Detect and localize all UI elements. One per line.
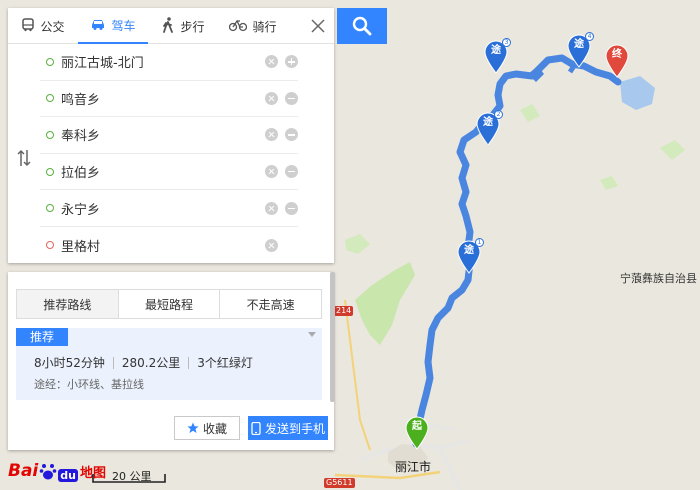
waypoint-row-start[interactable]: 丽江古城-北门 bbox=[40, 44, 298, 81]
waypoint-row-via[interactable]: 鸣音乡 bbox=[40, 81, 298, 118]
route-preference-tabs: 推荐路线 最短路程 不走高速 bbox=[16, 289, 322, 319]
waypoint-text[interactable]: 鸣音乡 bbox=[61, 89, 265, 108]
road-shield-214: 214 bbox=[334, 306, 354, 316]
via-label: 途经： bbox=[34, 378, 67, 391]
phone-icon bbox=[251, 421, 261, 435]
clear-icon[interactable] bbox=[265, 165, 278, 179]
walk-icon bbox=[161, 16, 175, 36]
end-pin-label: 终 bbox=[612, 49, 622, 60]
waypoint-dot-icon bbox=[46, 94, 54, 103]
waypoint-dot-icon bbox=[46, 57, 54, 66]
route-option-card[interactable]: 推荐 8小时52分钟 280.2公里 3个红绿灯 途经：小环线、基拉线 bbox=[16, 328, 322, 400]
via-pin-index: 1 bbox=[475, 238, 484, 247]
route-result-panel: 推荐路线 最短路程 不走高速 推荐 8小时52分钟 280.2公里 3个红绿灯 … bbox=[8, 272, 334, 450]
road-shield-g5611: G5611 bbox=[324, 478, 355, 488]
tab-walk[interactable]: 步行 bbox=[148, 8, 218, 44]
waypoint-row-end[interactable]: 里格村 bbox=[40, 227, 298, 264]
collect-label: 收藏 bbox=[202, 421, 227, 436]
scale-label: 20 公里 bbox=[112, 470, 152, 483]
collect-button[interactable]: 收藏 bbox=[174, 416, 240, 440]
via-pin-index: 4 bbox=[585, 32, 594, 41]
tab-car[interactable]: 驾车 bbox=[78, 8, 148, 44]
result-scrollbar[interactable] bbox=[330, 272, 335, 402]
waypoint-dot-icon bbox=[46, 204, 54, 213]
tab-bike[interactable]: 骑行 bbox=[218, 8, 288, 44]
start-pin[interactable]: 起 bbox=[405, 416, 429, 450]
swap-arrows-icon[interactable] bbox=[17, 148, 31, 168]
end-pin[interactable]: 终 bbox=[605, 44, 629, 78]
waypoint-row-via[interactable]: 奉科乡 bbox=[40, 117, 298, 154]
close-button[interactable] bbox=[308, 16, 328, 36]
tab-bus[interactable]: 公交 bbox=[8, 8, 78, 44]
paw-icon bbox=[39, 464, 57, 480]
via-pin-2[interactable]: 途 2 bbox=[476, 110, 503, 146]
logo-du: du bbox=[58, 468, 78, 482]
divider bbox=[112, 356, 114, 369]
clear-icon[interactable] bbox=[265, 55, 278, 69]
city-label: 丽江市 bbox=[395, 460, 432, 474]
waypoint-text[interactable]: 拉伯乡 bbox=[61, 162, 265, 181]
route-input-panel: 公交 驾车 步行 骑行 丽江古城-北门 鸣音乡 奉科乡 拉伯乡 永宁乡 里格村 bbox=[8, 8, 334, 263]
waypoint-dot-icon bbox=[46, 130, 54, 139]
clear-icon[interactable] bbox=[265, 201, 278, 215]
tab-car-label: 驾车 bbox=[111, 18, 136, 33]
waypoint-text[interactable]: 永宁乡 bbox=[61, 199, 265, 218]
remove-waypoint-icon[interactable] bbox=[285, 128, 298, 142]
remove-waypoint-icon[interactable] bbox=[285, 201, 298, 215]
bus-icon bbox=[21, 17, 35, 35]
logo-bai: Bai bbox=[8, 461, 39, 481]
via-pin-4[interactable]: 途 4 bbox=[567, 32, 594, 68]
waypoint-list: 丽江古城-北门 鸣音乡 奉科乡 拉伯乡 永宁乡 里格村 bbox=[8, 44, 334, 264]
tab-recommended[interactable]: 推荐路线 bbox=[17, 290, 119, 318]
via-pin-index: 3 bbox=[502, 38, 511, 47]
remove-waypoint-icon[interactable] bbox=[285, 91, 298, 105]
travel-mode-tabs: 公交 驾车 步行 骑行 bbox=[8, 8, 334, 44]
waypoint-row-via[interactable]: 拉伯乡 bbox=[40, 154, 298, 191]
via-pin-3[interactable]: 途 3 bbox=[484, 38, 511, 74]
star-icon bbox=[187, 422, 199, 433]
clear-icon[interactable] bbox=[265, 238, 278, 252]
waypoint-dot-icon bbox=[46, 167, 54, 176]
via-pin-index: 2 bbox=[494, 110, 503, 119]
county-label: 宁蒗彝族自治县 bbox=[620, 272, 697, 285]
search-icon bbox=[352, 16, 372, 36]
route-via: 途经：小环线、基拉线 bbox=[34, 376, 144, 392]
divider bbox=[188, 356, 190, 369]
via-value: 小环线、基拉线 bbox=[67, 378, 144, 391]
recommended-badge: 推荐 bbox=[16, 328, 69, 346]
send-label: 发送到手机 bbox=[264, 421, 325, 436]
tab-shortest[interactable]: 最短路程 bbox=[118, 290, 221, 318]
clear-icon[interactable] bbox=[265, 91, 278, 105]
bike-icon bbox=[229, 18, 248, 35]
car-icon bbox=[90, 17, 106, 34]
send-to-phone-button[interactable]: 发送到手机 bbox=[248, 416, 328, 440]
remove-waypoint-icon[interactable] bbox=[285, 165, 298, 179]
tab-bus-label: 公交 bbox=[40, 19, 65, 34]
route-stats: 8小时52分钟 280.2公里 3个红绿灯 bbox=[34, 354, 253, 371]
route-traffic-lights: 3个红绿灯 bbox=[197, 356, 253, 370]
waypoint-text[interactable]: 里格村 bbox=[61, 236, 265, 255]
tab-no-highway[interactable]: 不走高速 bbox=[220, 290, 322, 318]
clear-icon[interactable] bbox=[265, 128, 278, 142]
add-waypoint-icon[interactable] bbox=[285, 55, 298, 69]
via-pin-1[interactable]: 途 1 bbox=[457, 238, 484, 274]
waypoint-dot-icon bbox=[46, 241, 54, 250]
chevron-down-icon[interactable] bbox=[308, 332, 316, 338]
route-duration: 8小时52分钟 bbox=[34, 356, 105, 370]
waypoint-row-via[interactable]: 永宁乡 bbox=[40, 190, 298, 227]
waypoint-text[interactable]: 奉科乡 bbox=[61, 125, 265, 144]
close-icon bbox=[311, 19, 325, 33]
start-pin-label: 起 bbox=[412, 421, 422, 432]
search-button[interactable] bbox=[337, 8, 387, 44]
tab-bike-label: 骑行 bbox=[252, 19, 277, 34]
tab-walk-label: 步行 bbox=[180, 19, 205, 34]
waypoint-text[interactable]: 丽江古城-北门 bbox=[61, 52, 265, 71]
route-distance: 280.2公里 bbox=[121, 356, 181, 370]
